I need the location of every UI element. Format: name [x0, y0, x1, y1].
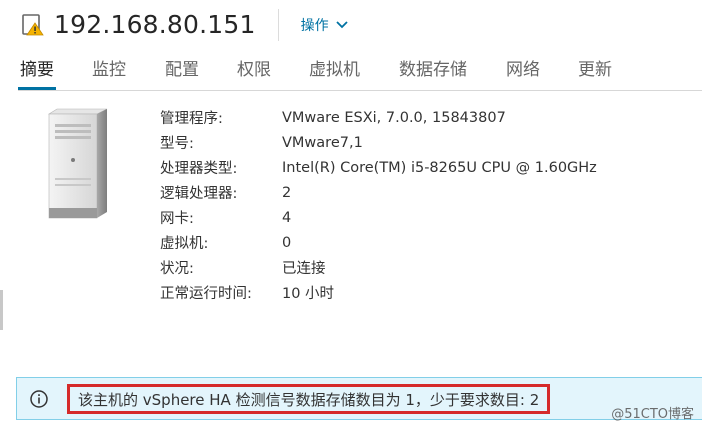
- tab-configure[interactable]: 配置: [165, 52, 199, 89]
- alert-message: 该主机的 vSphere HA 检测信号数据存储数目为 1，少于要求数目: 2: [78, 390, 540, 409]
- watermark: @51CTO博客: [611, 407, 694, 422]
- host-server-icon: [45, 108, 111, 228]
- summary-row-nics: 网卡: 4: [160, 205, 597, 230]
- tab-updates[interactable]: 更新: [578, 52, 612, 89]
- summary-value: 已连接: [282, 261, 326, 277]
- summary-value: 10 小时: [282, 286, 335, 302]
- summary-row-hypervisor: 管理程序: VMware ESXi, 7.0.0, 15843807: [160, 105, 597, 130]
- tab-permissions[interactable]: 权限: [237, 52, 271, 89]
- summary-label: 状况:: [160, 261, 194, 277]
- summary-row-uptime: 正常运行时间: 10 小时: [160, 280, 597, 305]
- summary-label: 正常运行时间:: [160, 286, 252, 302]
- warning-triangle-icon: [22, 14, 44, 36]
- tab-summary[interactable]: 摘要: [18, 52, 56, 90]
- summary-row-model: 型号: VMware7,1: [160, 130, 597, 155]
- object-header: 192.168.80.151 操作: [22, 6, 702, 44]
- tab-datastores[interactable]: 数据存储: [399, 52, 467, 89]
- actions-menu-button[interactable]: 操作: [301, 15, 348, 35]
- summary-value: VMware7,1: [282, 134, 363, 151]
- left-edge-handle: [0, 290, 3, 330]
- host-title: 192.168.80.151: [54, 10, 256, 39]
- summary-label: 处理器类型:: [160, 161, 238, 177]
- tab-bar: 摘要 监控 配置 权限 虚拟机 数据存储 网络 更新: [18, 52, 702, 91]
- info-alert-banner: 该主机的 vSphere HA 检测信号数据存储数目为 1，少于要求数目: 2: [16, 377, 702, 420]
- tab-networks[interactable]: 网络: [506, 52, 540, 89]
- summary-value: 4: [282, 209, 292, 226]
- summary-label: 网卡:: [160, 211, 194, 227]
- summary-label: 逻辑处理器:: [160, 186, 238, 202]
- summary-label: 管理程序:: [160, 111, 223, 127]
- summary-row-state: 状况: 已连接: [160, 255, 597, 280]
- info-circle-icon: [29, 389, 49, 413]
- alert-message-highlight: 该主机的 vSphere HA 检测信号数据存储数目为 1，少于要求数目: 2: [67, 384, 551, 414]
- header-divider: [277, 9, 279, 41]
- tab-vms[interactable]: 虚拟机: [309, 52, 360, 89]
- summary-value: VMware ESXi, 7.0.0, 15843807: [282, 109, 506, 126]
- summary-value: 2: [282, 184, 292, 201]
- summary-row-logical-processors: 逻辑处理器: 2: [160, 180, 597, 205]
- host-summary-list: 管理程序: VMware ESXi, 7.0.0, 15843807 型号: V…: [160, 105, 597, 305]
- actions-label: 操作: [300, 18, 329, 34]
- summary-row-processor-type: 处理器类型: Intel(R) Core(TM) i5-8265U CPU @ …: [160, 155, 597, 180]
- summary-label: 虚拟机:: [160, 236, 209, 252]
- summary-row-vms: 虚拟机: 0: [160, 230, 597, 255]
- tab-monitor[interactable]: 监控: [92, 52, 126, 89]
- summary-label: 型号:: [160, 136, 194, 152]
- chevron-down-icon: [335, 21, 348, 29]
- summary-value: 0: [282, 234, 292, 251]
- summary-value: Intel(R) Core(TM) i5-8265U CPU @ 1.60GHz: [282, 159, 597, 176]
